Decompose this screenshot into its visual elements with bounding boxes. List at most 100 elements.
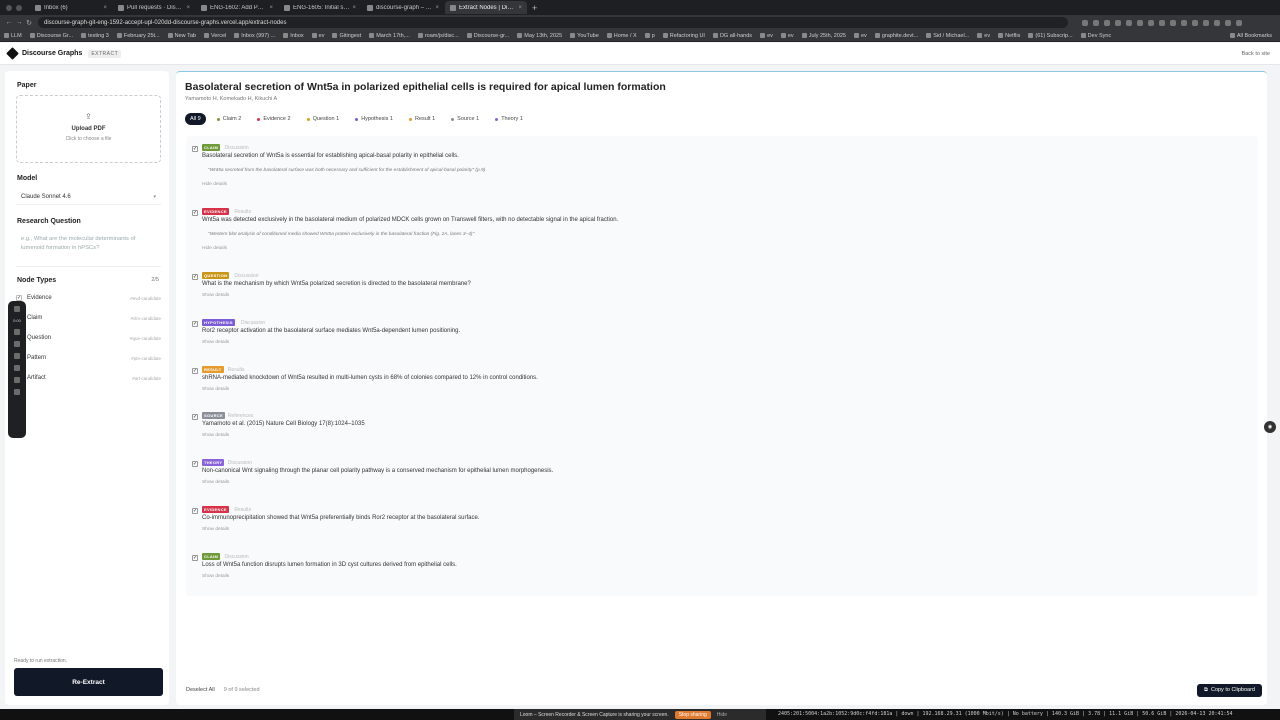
node-type-evidence[interactable]: ✓ Evidence #evd-candidate xyxy=(16,291,161,305)
node-details-toggle[interactable]: Show details xyxy=(202,293,229,298)
bookmark-item[interactable]: Inbox (997) ... xyxy=(234,33,275,39)
bookmark-item[interactable]: July 25th, 2025 xyxy=(801,33,846,39)
back-arrow-icon[interactable]: ← xyxy=(4,19,14,26)
filter-tab[interactable]: Hypothesis 1 xyxy=(350,113,398,125)
node-details-toggle[interactable]: Show details xyxy=(202,480,229,485)
filter-tab[interactable]: Result 1 xyxy=(404,113,440,125)
bookmark-item[interactable]: DG all-hands xyxy=(712,33,752,39)
extension-icon[interactable] xyxy=(1170,19,1176,26)
profile-icon[interactable] xyxy=(1225,19,1231,26)
bookmark-item[interactable]: ev xyxy=(854,33,867,39)
bookmark-item[interactable]: ev xyxy=(760,33,773,39)
bookmark-item[interactable]: roam/js/disc... xyxy=(417,33,459,39)
node-details-toggle[interactable]: Show details xyxy=(202,433,229,438)
bookmark-item[interactable]: ev xyxy=(780,33,794,39)
bookmark-item[interactable]: Discourse-gr... xyxy=(466,33,509,39)
node-type-question[interactable]: Question #que-candidate xyxy=(16,331,161,345)
zoom-icon[interactable] xyxy=(1082,19,1088,26)
bookmark-item[interactable]: Dev Sync xyxy=(1080,33,1111,39)
browser-tab[interactable]: Extract Nodes | Disco × xyxy=(445,1,527,14)
delete-icon[interactable] xyxy=(14,353,20,359)
node-select-checkbox[interactable]: ✓ xyxy=(192,146,198,152)
bookmark-item[interactable]: Inbox xyxy=(283,33,304,39)
floating-assistant-icon[interactable]: ◉ xyxy=(1264,421,1276,433)
bookmark-item[interactable]: March 17th,... xyxy=(369,33,410,39)
copy-to-clipboard-button[interactable]: ⧉ Copy to Clipboard xyxy=(1197,683,1262,697)
extension-icon[interactable] xyxy=(1115,19,1121,26)
extension-icon[interactable] xyxy=(1148,19,1154,26)
new-tab-icon[interactable]: + xyxy=(528,3,541,13)
bookmark-item[interactable]: Netflix xyxy=(998,33,1020,39)
node-details-toggle[interactable]: Hide details xyxy=(202,246,227,251)
hide-banner-button[interactable]: Hide xyxy=(717,712,727,718)
pause-icon[interactable] xyxy=(14,329,20,335)
re-extract-button[interactable]: Re-Extract xyxy=(14,668,163,696)
filter-tab[interactable]: All 9 xyxy=(185,113,206,125)
node-select-checkbox[interactable]: ✓ xyxy=(192,210,198,216)
menu-dots-icon[interactable] xyxy=(1236,19,1242,26)
bookmark-item[interactable]: Refactoring UI xyxy=(662,33,705,39)
research-question-input[interactable]: e.g., What are the molecular determinant… xyxy=(16,231,161,267)
tab-close-icon[interactable]: × xyxy=(269,5,273,11)
draw-icon[interactable] xyxy=(14,365,20,371)
bookmark-item[interactable]: ev xyxy=(977,33,990,39)
node-select-checkbox[interactable]: ✓ xyxy=(192,321,198,327)
filter-tab[interactable]: Question 1 xyxy=(302,113,345,125)
extension-icon[interactable] xyxy=(1203,19,1209,26)
bookmark-item[interactable]: (61) Subscrip... xyxy=(1028,33,1073,39)
deselect-all-button[interactable]: Deselect All xyxy=(186,687,215,693)
bookmark-item[interactable]: Gitingest xyxy=(332,33,361,39)
upload-pdf-dropzone[interactable]: ⇪ Upload PDF Click to choose a file xyxy=(16,95,161,163)
stop-record-icon[interactable] xyxy=(14,306,20,312)
node-details-toggle[interactable]: Show details xyxy=(202,527,229,532)
bookmark-item[interactable]: testing 3 xyxy=(81,33,109,39)
bookmark-item[interactable]: Sid / Michael... xyxy=(926,33,969,39)
filter-tab[interactable]: Theory 1 xyxy=(490,113,528,125)
bookmark-item[interactable]: Discourse Gr... xyxy=(29,33,73,39)
extension-icon[interactable] xyxy=(1104,19,1110,26)
puzzle-icon[interactable] xyxy=(1214,19,1220,26)
more-icon[interactable] xyxy=(14,377,20,383)
node-details-toggle[interactable]: Show details xyxy=(202,574,229,579)
browser-tab[interactable]: Inbox (6) × xyxy=(30,1,112,14)
all-bookmarks-button[interactable]: All Bookmarks xyxy=(1229,33,1272,39)
node-select-checkbox[interactable]: ✓ xyxy=(192,461,198,467)
node-details-toggle[interactable]: Hide details xyxy=(202,182,227,187)
window-minimize-icon[interactable] xyxy=(16,4,22,11)
node-select-checkbox[interactable]: ✓ xyxy=(192,274,198,280)
reload-icon[interactable]: ↻ xyxy=(24,19,34,27)
bookmark-item[interactable]: Vercel xyxy=(203,33,226,39)
back-to-site-link[interactable]: Back to site xyxy=(1242,51,1270,57)
bookmark-item[interactable]: p xyxy=(644,33,655,39)
extension-icon[interactable] xyxy=(1192,19,1198,26)
tab-close-icon[interactable]: × xyxy=(518,5,522,11)
tab-close-icon[interactable]: × xyxy=(435,5,439,11)
filter-tab[interactable]: Source 1 xyxy=(446,113,484,125)
bookmark-item[interactable]: LLM xyxy=(4,33,22,39)
camera-icon[interactable] xyxy=(14,389,20,395)
browser-tab[interactable]: discourse-graph – Dep × xyxy=(362,1,444,14)
bookmark-item[interactable]: ev xyxy=(311,33,324,39)
bookmark-item[interactable]: February 25t... xyxy=(116,33,160,39)
browser-tab[interactable]: ENG-1602: Add PDF ex× xyxy=(196,1,278,14)
bookmark-item[interactable]: YouTube xyxy=(570,33,599,39)
node-type-artifact[interactable]: Artifact #art-candidate xyxy=(16,371,161,385)
node-type-claim[interactable]: ✓Claim#clm-candidate xyxy=(16,311,161,325)
stop-sharing-button[interactable]: Stop sharing xyxy=(674,710,711,719)
tab-close-icon[interactable]: × xyxy=(103,5,107,11)
filter-tab[interactable]: Evidence 2 xyxy=(252,113,295,125)
url-field[interactable]: discourse-graph-git-eng-1592-accept-upl-… xyxy=(38,17,1068,28)
node-details-toggle[interactable]: Show details xyxy=(202,387,229,392)
extension-icon[interactable] xyxy=(1159,19,1165,26)
node-details-toggle[interactable]: Show details xyxy=(202,340,229,345)
bookmark-item[interactable]: graphite.devt... xyxy=(874,33,918,39)
browser-tab[interactable]: ENG-1605: Initial skel × xyxy=(279,1,361,14)
extension-icon[interactable] xyxy=(1181,19,1187,26)
bookmark-item[interactable]: New Tab xyxy=(167,33,196,39)
node-select-checkbox[interactable]: ✓ xyxy=(192,368,198,374)
node-select-checkbox[interactable]: ✓ xyxy=(192,508,198,514)
node-select-checkbox[interactable]: ✓ xyxy=(192,414,198,420)
forward-arrow-icon[interactable]: → xyxy=(14,19,24,26)
filter-tab[interactable]: Claim 2 xyxy=(212,113,247,125)
browser-tab[interactable]: Pull requests · Discou × xyxy=(113,1,195,14)
